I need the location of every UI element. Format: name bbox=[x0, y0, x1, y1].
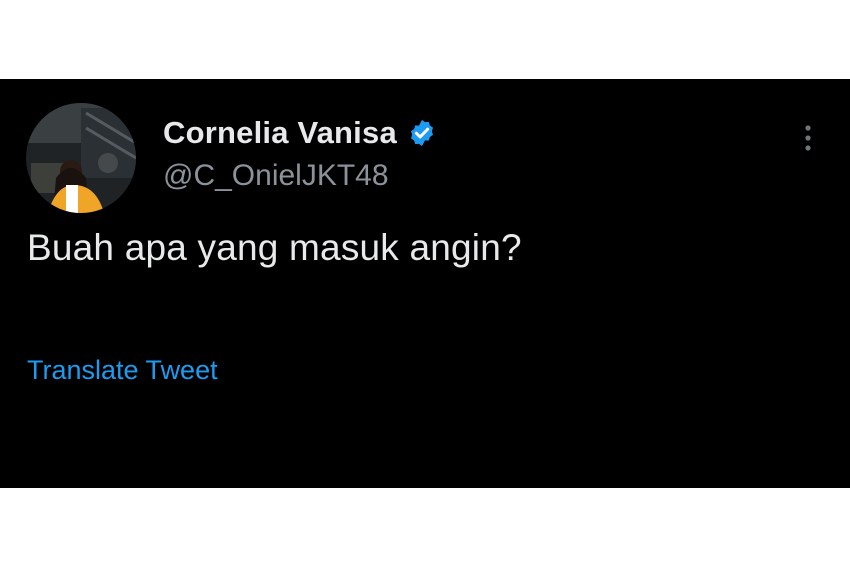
screenshot-frame: Cornelia Vanisa @C_OnielJKT48 Buah apa y… bbox=[0, 0, 850, 567]
avatar-image bbox=[26, 103, 136, 213]
translate-tweet-link[interactable]: Translate Tweet bbox=[27, 355, 218, 386]
verified-badge-icon bbox=[410, 119, 433, 147]
tweet-card: Cornelia Vanisa @C_OnielJKT48 Buah apa y… bbox=[0, 79, 850, 488]
tweet-text: Buah apa yang masuk angin? bbox=[27, 227, 522, 268]
display-name[interactable]: Cornelia Vanisa bbox=[163, 115, 397, 151]
author-handle[interactable]: @C_OnielJKT48 bbox=[163, 159, 389, 193]
avatar[interactable] bbox=[26, 103, 136, 213]
author-row: Cornelia Vanisa bbox=[163, 113, 437, 153]
more-vertical-icon[interactable] bbox=[798, 123, 818, 153]
